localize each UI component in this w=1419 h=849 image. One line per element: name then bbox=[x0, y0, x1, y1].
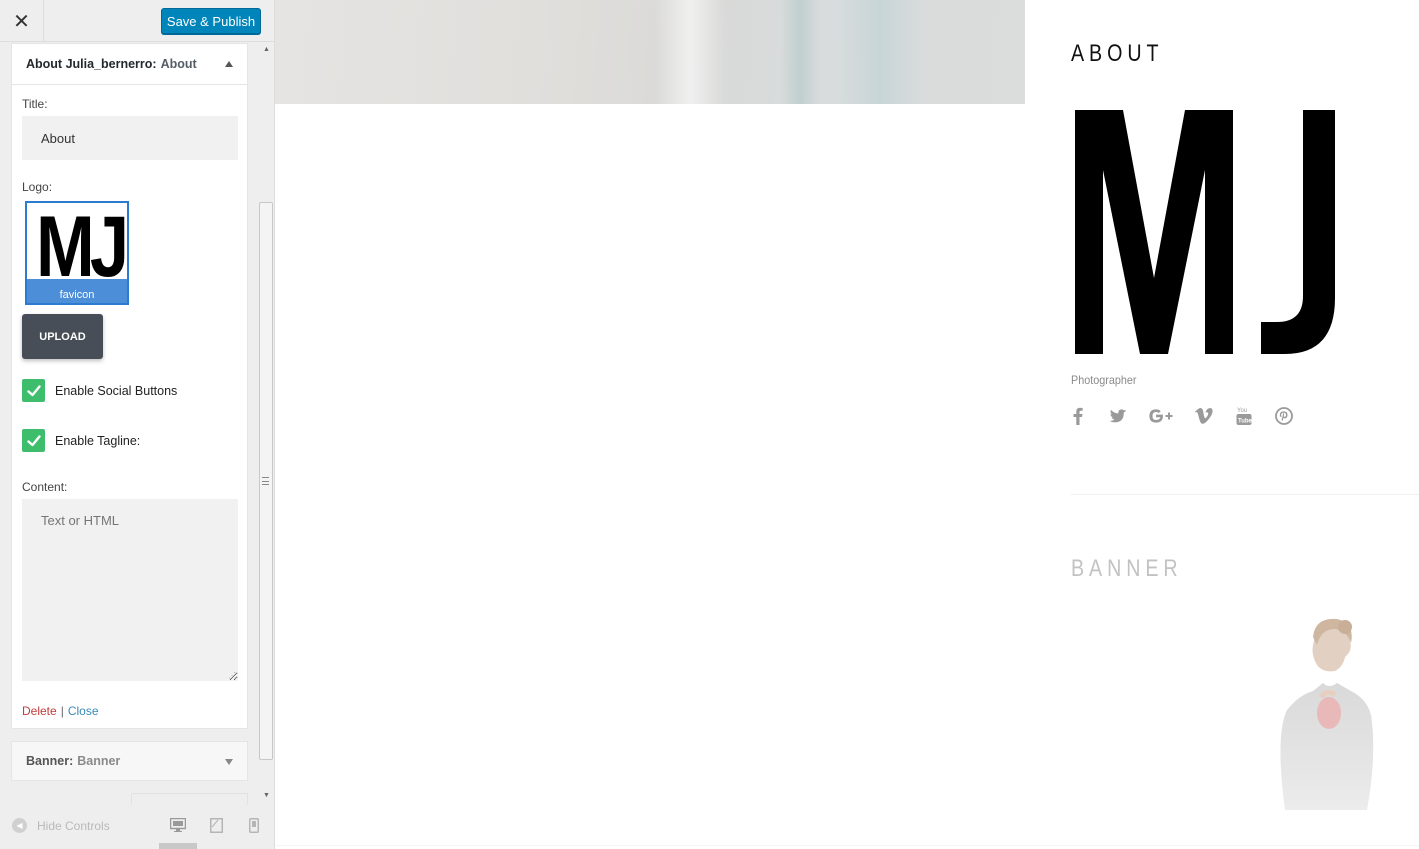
expand-caret-icon[interactable] bbox=[225, 759, 233, 765]
checkmark-icon bbox=[26, 384, 41, 396]
widget-actions: Delete | Close bbox=[22, 704, 99, 718]
enable-tagline-label: Enable Tagline: bbox=[55, 433, 141, 448]
about-widget-panel: About Julia_bernerro: About Title: Logo:… bbox=[11, 43, 248, 729]
pinterest-icon[interactable] bbox=[1274, 405, 1294, 427]
svg-text:Tube: Tube bbox=[1238, 419, 1252, 425]
title-label: Title: bbox=[22, 97, 48, 111]
google-plus-icon[interactable] bbox=[1148, 405, 1174, 427]
social-buttons: You Tube bbox=[1068, 405, 1314, 427]
title-input[interactable] bbox=[22, 116, 238, 160]
link-separator: | bbox=[60, 704, 64, 718]
about-title: ABOUT bbox=[1071, 40, 1164, 67]
youtube-icon[interactable]: You Tube bbox=[1234, 405, 1254, 427]
collapse-arrow-icon: ◀ bbox=[12, 818, 27, 833]
enable-social-checkbox[interactable] bbox=[22, 379, 45, 402]
tablet-preview-icon[interactable] bbox=[210, 818, 223, 833]
enable-tagline-checkbox-row[interactable]: Enable Tagline: bbox=[22, 429, 140, 452]
logo-label: Logo: bbox=[22, 180, 53, 194]
about-widget-header[interactable]: About Julia_bernerro: About bbox=[12, 44, 247, 85]
scroll-up-arrow-icon[interactable]: ▲ bbox=[263, 46, 270, 53]
save-publish-button[interactable]: Save & Publish bbox=[161, 8, 261, 34]
enable-tagline-checkbox[interactable] bbox=[22, 429, 45, 452]
customizer-footer: ◀ Hide Controls bbox=[0, 805, 274, 849]
content-textarea[interactable] bbox=[22, 499, 238, 681]
logo-caption: favicon bbox=[27, 279, 127, 303]
content-label: Content: bbox=[22, 480, 68, 494]
active-device-indicator bbox=[159, 843, 197, 849]
site-logo bbox=[1075, 110, 1335, 354]
upload-button[interactable]: UPLOAD bbox=[22, 314, 103, 359]
enable-social-checkbox-row[interactable]: Enable Social Buttons bbox=[22, 379, 177, 402]
section-divider bbox=[1071, 494, 1419, 495]
enable-social-label: Enable Social Buttons bbox=[55, 383, 178, 398]
facebook-icon[interactable] bbox=[1068, 405, 1088, 427]
twitter-icon[interactable] bbox=[1108, 405, 1128, 427]
close-customizer-button[interactable]: ✕ bbox=[0, 0, 44, 42]
logo-thumbnail[interactable]: MJ favicon bbox=[25, 201, 129, 305]
customizer-sidebar: ✕ Save & Publish ▲ ▼ About Julia_bernerr… bbox=[0, 0, 275, 849]
close-link[interactable]: Close bbox=[68, 704, 99, 718]
widget-header-title: About bbox=[160, 57, 197, 71]
site-tagline: Photographer bbox=[1071, 373, 1137, 387]
resize-handle-icon[interactable]: ⋰ bbox=[228, 672, 236, 680]
hide-controls-button[interactable]: ◀ Hide Controls bbox=[12, 818, 110, 833]
banner-image bbox=[1280, 618, 1374, 810]
banner-widget-name: Banner: bbox=[26, 754, 74, 768]
mobile-preview-icon[interactable] bbox=[249, 818, 259, 833]
checkmark-icon bbox=[26, 434, 41, 446]
close-icon: ✕ bbox=[13, 10, 30, 33]
svg-text:You: You bbox=[1237, 408, 1247, 414]
scroll-down-arrow-icon[interactable]: ▼ bbox=[263, 792, 270, 799]
banner-widget-title: Banner bbox=[77, 754, 121, 768]
widget-header-name: About Julia_bernerro: bbox=[26, 57, 157, 71]
banner-widget-header[interactable]: Banner: Banner bbox=[11, 741, 248, 781]
hide-controls-label: Hide Controls bbox=[37, 818, 110, 833]
hero-image bbox=[275, 0, 1025, 104]
site-preview: ABOUT Photographer You Tube BANNER bbox=[275, 0, 1419, 849]
delete-link[interactable]: Delete bbox=[22, 704, 57, 718]
vimeo-icon[interactable] bbox=[1194, 405, 1214, 427]
banner-title: BANNER bbox=[1071, 555, 1183, 582]
desktop-preview-icon[interactable] bbox=[170, 818, 186, 832]
customizer-header: ✕ Save & Publish bbox=[0, 0, 274, 42]
scrollbar-grip-icon bbox=[262, 477, 269, 485]
collapse-caret-icon[interactable] bbox=[225, 61, 233, 67]
bottom-border bbox=[275, 845, 1419, 846]
